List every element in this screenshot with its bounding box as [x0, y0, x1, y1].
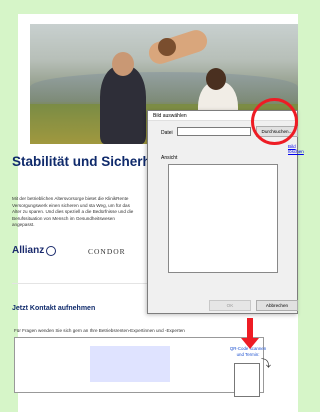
file-label: Datei [161, 130, 173, 136]
allianz-logo: Allianz [12, 245, 57, 256]
cancel-button[interactable]: Abbrechen [256, 300, 298, 311]
page-headline: Stabilität und Sicherhe [12, 154, 159, 169]
photo-hill [30, 72, 298, 102]
intro-paragraph: Mit der betrieblichen Altersvorsorge bie… [12, 196, 134, 228]
annotation-arrow-shaft [247, 318, 253, 340]
allianz-wordmark: Allianz [12, 245, 45, 256]
qr-code-placeholder[interactable] [234, 363, 260, 397]
contact-heading: Jetzt Kontakt aufnehmen [12, 305, 96, 312]
photo-father-head [112, 52, 134, 76]
photo-father [100, 66, 146, 144]
contact-text: Für Fragen wenden Sie sich gern an Ihre … [14, 328, 185, 333]
image-placeholder[interactable] [90, 346, 170, 382]
preview-box [168, 164, 278, 273]
preview-label: Ansicht [161, 155, 178, 161]
file-path-input[interactable] [177, 127, 251, 136]
condor-logo: CONDOR [88, 247, 126, 256]
allianz-eagle-icon [46, 245, 57, 256]
photo-child [146, 27, 210, 67]
curved-arrow-icon: ⤵ [261, 359, 271, 370]
photo-mother-head [206, 68, 226, 90]
ok-button[interactable]: OK [209, 300, 251, 311]
clear-image-link[interactable]: Bild löschen [288, 144, 304, 154]
dialog-title: Bild auswählen [153, 113, 187, 119]
annotation-circle [251, 98, 298, 145]
annotation-arrow-head [241, 338, 259, 349]
photo-child-head [158, 38, 176, 56]
